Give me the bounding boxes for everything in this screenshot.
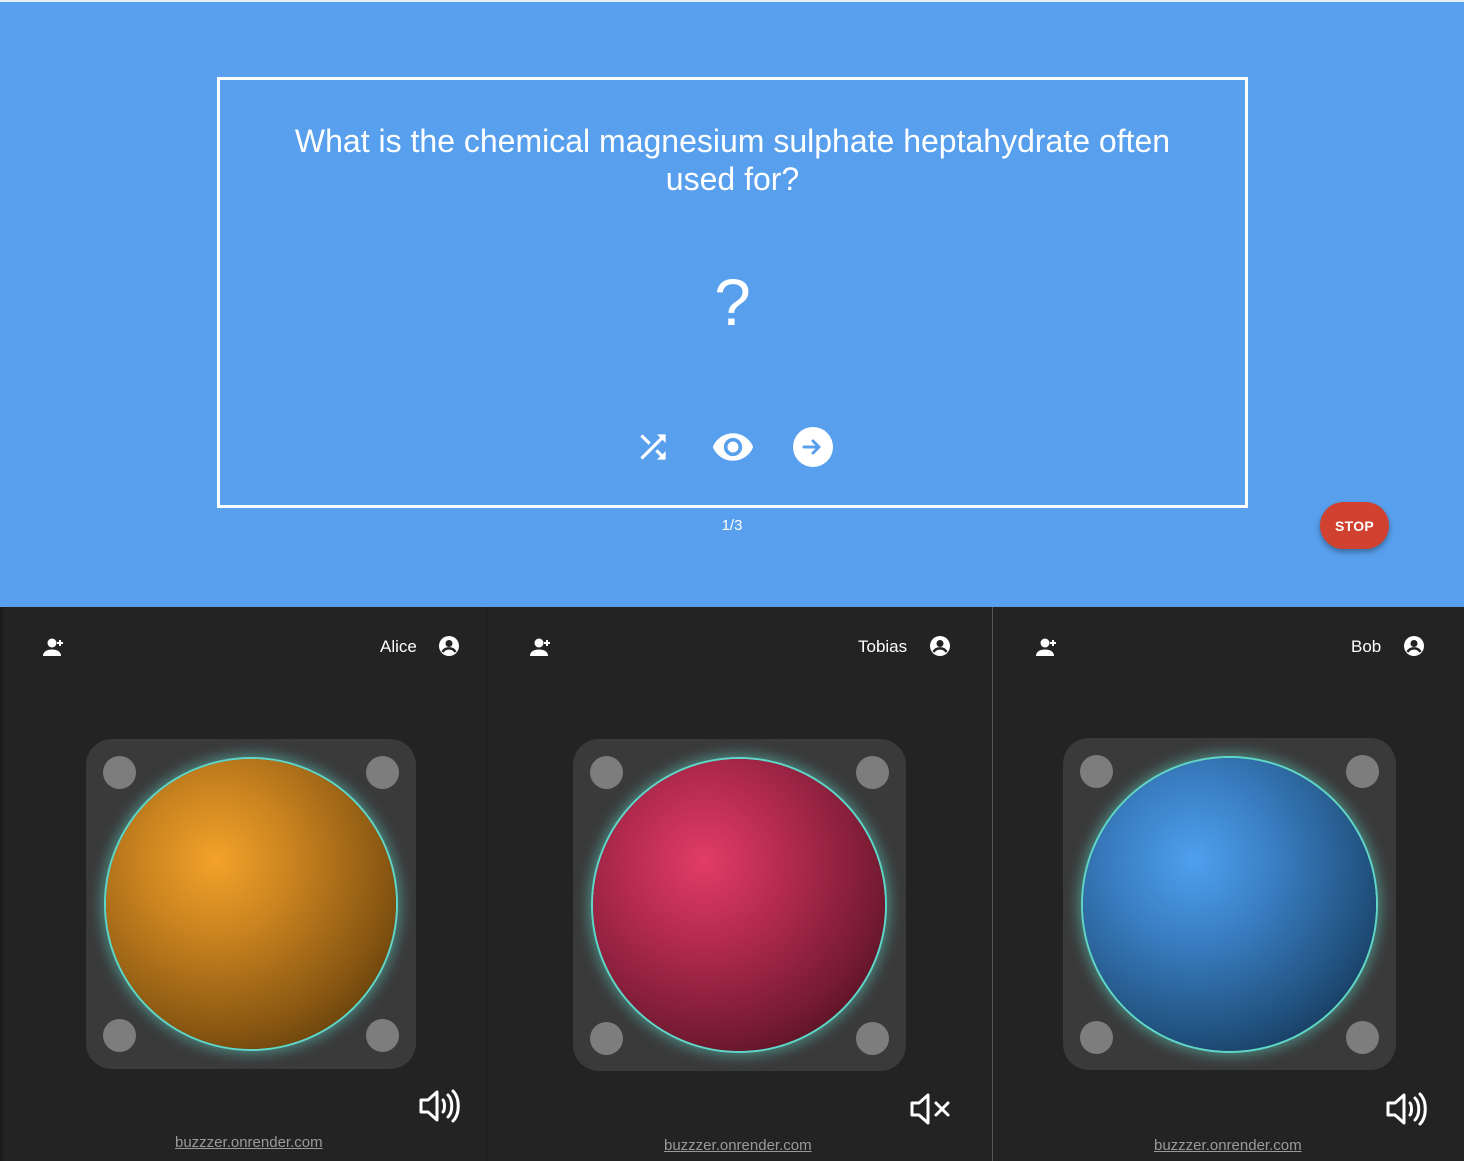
reveal-answer-button[interactable]	[711, 425, 755, 469]
player-panel-alice: Alice buzzzer.onrender.com	[0, 607, 487, 1161]
player-panel-bob: Bob buzzzer.onrender.com	[993, 607, 1464, 1161]
add-user-icon[interactable]	[1033, 637, 1059, 657]
screw	[103, 1019, 136, 1052]
player-panel-tobias: Tobias buzzzer.onrender.com	[487, 607, 993, 1161]
players-area: Alice buzzzer.onrender.com Tobias buzzze…	[0, 607, 1464, 1161]
screw	[1346, 1021, 1379, 1054]
screw	[856, 756, 889, 789]
screw	[1346, 755, 1379, 788]
player-name: Alice	[380, 637, 417, 656]
screw	[1080, 1021, 1113, 1054]
window-edge	[0, 607, 3, 1161]
screw	[1080, 755, 1113, 788]
screw	[103, 756, 136, 789]
buzzer-plate	[1063, 738, 1396, 1070]
screw	[366, 756, 399, 789]
account-circle-icon[interactable]	[1402, 634, 1426, 658]
question-text: What is the chemical magnesium sulphate …	[294, 123, 1171, 197]
buzzer-button[interactable]	[593, 759, 885, 1051]
add-user-icon[interactable]	[40, 637, 66, 657]
screw	[366, 1019, 399, 1052]
screw	[590, 756, 623, 789]
player-name: Tobias	[858, 637, 908, 656]
answer-placeholder: ?	[714, 265, 751, 339]
player-name: Bob	[1351, 637, 1382, 656]
add-user-icon[interactable]	[527, 637, 553, 657]
volume-up-icon[interactable]	[1385, 1091, 1429, 1127]
question-actions	[220, 425, 1245, 469]
buzzer-plate	[573, 739, 906, 1071]
buzzer-url-link[interactable]: buzzzer.onrender.com	[1154, 1137, 1302, 1154]
buzzer-plate	[86, 739, 416, 1069]
buzzer-button[interactable]	[106, 759, 396, 1049]
stop-button[interactable]: STOP	[1320, 502, 1389, 549]
buzzer-button[interactable]	[1083, 758, 1376, 1051]
buzzer-url-link[interactable]: buzzzer.onrender.com	[175, 1134, 323, 1151]
volume-off-icon[interactable]	[909, 1091, 953, 1127]
buzzer-url-link[interactable]: buzzzer.onrender.com	[664, 1137, 812, 1154]
question-area: What is the chemical magnesium sulphate …	[0, 0, 1464, 607]
screw	[590, 1022, 623, 1055]
screw	[856, 1022, 889, 1055]
question-card: What is the chemical magnesium sulphate …	[217, 77, 1248, 508]
arrow-right-circle-icon	[792, 427, 833, 467]
account-circle-icon[interactable]	[928, 634, 952, 658]
account-circle-icon[interactable]	[437, 634, 461, 658]
eye-icon	[712, 433, 753, 461]
question-counter: 1/3	[721, 517, 743, 534]
volume-up-icon[interactable]	[418, 1088, 462, 1124]
shuffle-icon	[639, 434, 666, 460]
next-question-button[interactable]	[791, 425, 835, 469]
shuffle-button[interactable]	[631, 425, 675, 469]
